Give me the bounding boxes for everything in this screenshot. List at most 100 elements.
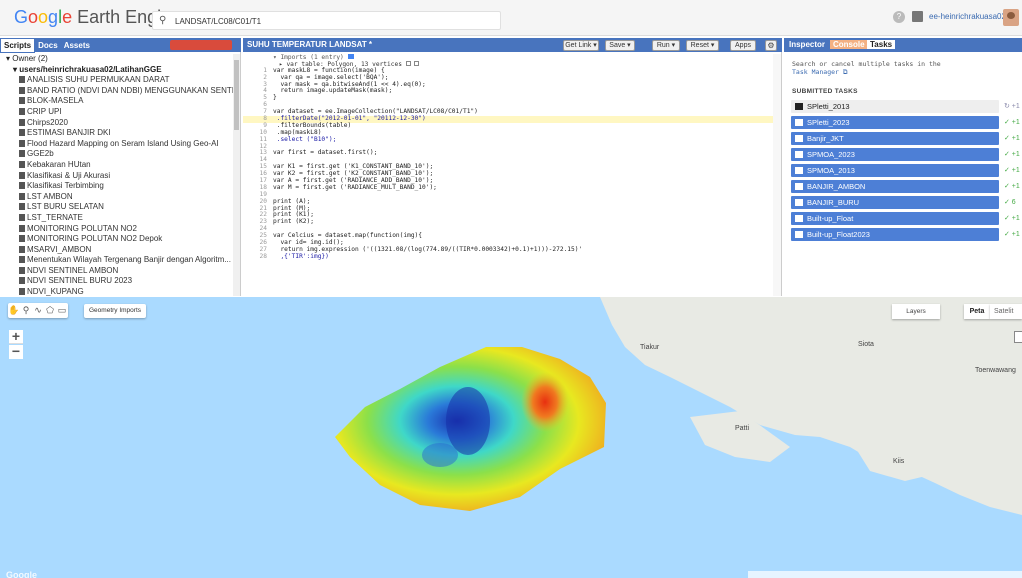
- task-item[interactable]: Built-up_Float2023: [791, 228, 999, 241]
- script-file-label: LST_TERNATE: [27, 212, 83, 222]
- task-item[interactable]: BANJIR_BURU: [791, 196, 999, 209]
- zoom-in-button[interactable]: +: [9, 329, 23, 344]
- script-file[interactable]: ANALISIS SUHU PERMUKAAN DARAT: [6, 75, 233, 86]
- code-text: var M = first.get ('RADIANCE_MULT_BAND_1…: [273, 183, 437, 191]
- tab-inspector[interactable]: Inspector: [789, 40, 825, 49]
- task-item[interactable]: SPletti_2013: [791, 100, 999, 113]
- script-file[interactable]: Klasifikasi & Uji Akurasi: [6, 171, 233, 182]
- place-label: Siota: [858, 341, 874, 348]
- code-line[interactable]: 21 print (M);: [243, 205, 773, 213]
- script-file[interactable]: MONITORING POLUTAN NO2: [6, 224, 233, 235]
- reset-button[interactable]: Reset ▾: [686, 40, 719, 51]
- script-file[interactable]: Kebakaran HUtan: [6, 160, 233, 171]
- script-file-label: MONITORING POLUTAN NO2: [27, 223, 137, 233]
- code-line[interactable]: 13 var first = dataset.first();: [243, 150, 773, 157]
- file-icon: [19, 224, 25, 232]
- scrollbar[interactable]: [233, 54, 240, 296]
- marker-icon[interactable]: ⚲: [20, 303, 32, 317]
- script-file[interactable]: NDVI SENTINEL BURU 2023: [6, 276, 233, 287]
- tab-assets[interactable]: Assets: [61, 39, 93, 52]
- new-script-button[interactable]: [170, 40, 232, 50]
- script-file[interactable]: NDVI SENTINEL AMBON: [6, 266, 233, 277]
- help-icon[interactable]: ?: [893, 11, 905, 23]
- task-info: Search or cancel multiple tasks in the T…: [792, 60, 982, 76]
- code-line[interactable]: 22 print (K1);: [243, 212, 773, 219]
- code-line[interactable]: 28 ,{'TIR':img}): [243, 253, 773, 261]
- code-line[interactable]: 4 return image.updateMask(mask);: [243, 88, 773, 95]
- task-item[interactable]: Built-up_Float: [791, 212, 999, 225]
- script-file[interactable]: CRIP UPI: [6, 107, 233, 118]
- run-button[interactable]: Run ▾: [652, 40, 680, 51]
- tab-docs[interactable]: Docs: [35, 39, 61, 52]
- code-text: .select ("B10");: [273, 135, 337, 143]
- script-file[interactable]: Menentukan Wilayah Tergenang Banjir deng…: [6, 255, 233, 266]
- get-link-button[interactable]: Get Link ▾: [563, 40, 599, 51]
- map-canvas[interactable]: [0, 297, 1022, 578]
- image-icon: [795, 103, 803, 110]
- script-file[interactable]: Klasifikasi Terbimbing: [6, 181, 233, 192]
- polygon-icon[interactable]: ⬠: [44, 303, 56, 317]
- script-file[interactable]: BLOK-MASELA: [6, 96, 233, 107]
- task-status: ✓ +1: [1004, 119, 1020, 126]
- script-file[interactable]: BAND RATIO (NDVI DAN NDBI) MENGGUNAKAN S…: [6, 86, 233, 97]
- code-line[interactable]: 18 var M = first.get ('RADIANCE_MULT_BAND…: [243, 183, 773, 192]
- map-type-peta[interactable]: Peta: [964, 304, 990, 319]
- tab-console[interactable]: Console: [830, 40, 868, 49]
- script-file[interactable]: LST AMBON: [6, 192, 233, 203]
- script-file[interactable]: GGE2b: [6, 149, 233, 160]
- task-item[interactable]: SPMOA_2013: [791, 164, 999, 177]
- code-area[interactable]: ▾ Imports (1 entry) ▸ var table: Polygon…: [243, 54, 773, 296]
- user-account[interactable]: ee-heinrichrakuasa022: [929, 12, 1010, 21]
- owner-folder[interactable]: ▾ Owner (2): [6, 54, 233, 65]
- script-file[interactable]: Flood Hazard Mapping on Seram Island Usi…: [6, 139, 233, 150]
- search-input[interactable]: [175, 14, 495, 28]
- task-info-text: Search or cancel multiple tasks in the: [792, 60, 941, 68]
- save-button[interactable]: Save ▾: [605, 40, 635, 51]
- hand-icon[interactable]: ✋: [8, 303, 20, 317]
- code-line[interactable]: 11 .select ("B10");: [243, 135, 773, 144]
- tab-scripts[interactable]: Scripts: [0, 38, 36, 53]
- script-file[interactable]: LST BURU SELATAN: [6, 202, 233, 213]
- task-item[interactable]: SPletti_2023: [791, 116, 999, 129]
- file-icon: [19, 192, 25, 200]
- notifications-icon[interactable]: [912, 11, 923, 22]
- map-type-satelit[interactable]: Satelit: [990, 304, 1022, 319]
- line-icon[interactable]: ∿: [32, 303, 44, 317]
- import-icon: [347, 54, 354, 59]
- map[interactable]: ✋ ⚲ ∿ ⬠ ▭ Geometry Imports + − Layers Peta S…: [0, 297, 1022, 578]
- image-icon: [795, 151, 803, 158]
- search-box[interactable]: ⚲: [152, 11, 501, 30]
- script-file[interactable]: ESTIMASI BANJIR DKI: [6, 128, 233, 139]
- script-file[interactable]: MSARVI_AMBON: [6, 245, 233, 256]
- tab-tasks[interactable]: Tasks: [867, 40, 896, 49]
- script-file-label: BAND RATIO (NDVI DAN NDBI) MENGGUNAKAN S…: [27, 85, 233, 95]
- gear-icon[interactable]: ⚙: [765, 40, 777, 51]
- task-item[interactable]: BANJIR_AMBON: [791, 180, 999, 193]
- task-item[interactable]: SPMOA_2023: [791, 148, 999, 161]
- code-line[interactable]: 19: [243, 191, 773, 199]
- code-line[interactable]: 20 print (A);: [243, 198, 773, 206]
- fullscreen-icon[interactable]: [1014, 331, 1022, 343]
- script-file[interactable]: MONITORING POLUTAN NO2 Depok: [6, 234, 233, 245]
- repo-folder[interactable]: ▾ users/heinrichrakuasa02/LatihanGGE: [6, 65, 233, 76]
- scrollbar[interactable]: [773, 54, 781, 296]
- layers-button[interactable]: Layers: [892, 304, 940, 319]
- geometry-imports-button[interactable]: Geometry Imports: [84, 304, 147, 318]
- script-file[interactable]: Chirps2020: [6, 118, 233, 129]
- script-title: SUHU TEMPERATUR LANDSAT *: [247, 40, 373, 49]
- code-line[interactable]: 23 print (K2);: [243, 218, 773, 226]
- rectangle-icon[interactable]: ▭: [56, 303, 68, 317]
- scrollbar-thumb[interactable]: [234, 60, 239, 130]
- zoom-out-button[interactable]: −: [9, 344, 23, 359]
- task-manager-link[interactable]: Task Manager: [792, 68, 839, 76]
- inspect-icon: [405, 60, 411, 66]
- apps-button[interactable]: Apps: [730, 40, 756, 51]
- script-file[interactable]: LST_TERNATE: [6, 213, 233, 224]
- avatar[interactable]: [1003, 9, 1019, 26]
- right-panel-tabs: Inspector Console Tasks: [784, 38, 1022, 52]
- imports-header[interactable]: ▾ Imports (1 entry): [243, 54, 773, 61]
- script-file[interactable]: NDVI_KUPANG: [6, 287, 233, 296]
- task-item[interactable]: Banjir_JKT: [791, 132, 999, 145]
- code-line[interactable]: 9 .filterBounds(table): [243, 122, 773, 130]
- code-line[interactable]: 5}: [243, 94, 773, 102]
